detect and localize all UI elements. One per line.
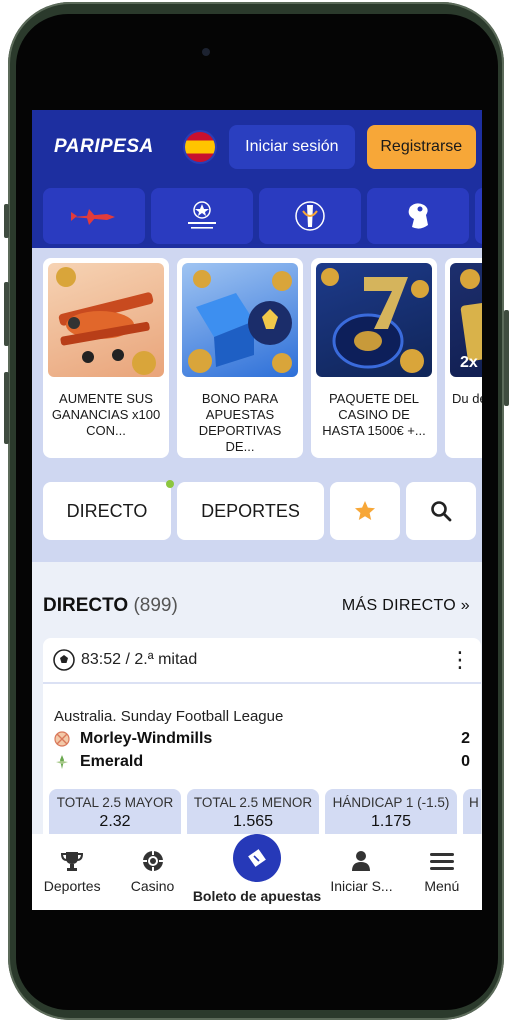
side-button [4,204,9,238]
odd-label: TOTAL 2.5 MAYOR [56,795,174,810]
top-header: PARIPESA Iniciar sesión Registrarse [32,110,482,184]
trophy-icon [60,848,84,874]
category-strip [32,184,482,248]
section-nav: DIRECTO DEPORTES [32,468,482,562]
promo-text: AUMENTE SUS GANANCIAS x100 CON... [51,391,161,438]
search-icon [431,501,452,522]
league-name: Australia. Sunday Football League [54,708,284,725]
live-section-title: DIRECTO (899) [43,595,178,617]
side-button [504,310,509,406]
odd-label: H [469,795,479,810]
category-premier-league[interactable] [367,188,469,244]
promo-image-airplane [48,263,164,377]
tab-menu[interactable]: Menú [402,834,482,910]
register-button[interactable]: Registrarse [366,125,476,169]
tab-casino-label: Casino [130,878,175,894]
tab-bet-slip[interactable]: Boleto de apuestas [193,834,322,910]
category-aviator[interactable] [43,188,145,244]
promo-text: PAQUETE DEL CASINO DE HASTA 1500€ +... [322,391,426,438]
tab-casino[interactable]: Casino [112,834,192,910]
promo-card[interactable]: BONO PARA APUESTAS DEPORTIVAS DE... [177,258,303,458]
tab-login[interactable]: Iniciar S... [321,834,401,910]
category-champions-league[interactable] [151,188,253,244]
match-time: 83:52 / 2.ª mitad [81,651,198,668]
casino-chip-icon [141,848,165,874]
tab-bet-slip-label: Boleto de apuestas [192,888,322,904]
team-row: Morley-Windmills 2 [43,725,481,748]
odd-value: 1.565 [232,813,274,830]
tab-sports[interactable]: Deportes [32,834,112,910]
bet-slip-icon [233,834,281,882]
camera [202,48,210,56]
promo-image-cards: 2x [450,263,482,377]
svg-text:2x: 2x [460,354,478,371]
login-button[interactable]: Iniciar sesión [229,125,355,169]
side-button [4,282,9,346]
promo-card[interactable]: AUMENTE SUS GANANCIAS x100 CON... [43,258,169,458]
tab-sports-label: Deportes [43,878,101,894]
team1-logo-icon [54,731,70,747]
promo-text: BONO PARA APUESTAS DEPORTIVAS DE... [198,391,282,454]
team1-score: 2 [461,730,470,747]
spain-flag-icon[interactable] [183,130,218,164]
team2-name: Emerald [80,753,144,770]
category-europa-league[interactable] [259,188,361,244]
more-options-icon[interactable]: ⋮ [449,649,471,671]
match-status-bar: 83:52 / 2.ª mitad ⋮ [43,638,481,684]
team2-logo-icon [56,755,68,769]
live-indicator-dot [166,480,174,488]
user-icon [349,848,373,874]
champions-league-icon [188,201,216,229]
europa-league-icon [295,201,325,231]
favorites-button[interactable] [330,482,400,540]
soccer-ball-icon [53,649,75,671]
promo-image-roulette [316,263,432,377]
live-nav-label: DIRECTO [66,500,148,521]
promo-card[interactable]: 2x Du de [445,258,482,458]
star-icon [355,501,375,520]
promo-carousel: AUMENTE SUS GANANCIAS x100 CON... BONO P… [32,248,482,468]
brand-logo[interactable]: PARIPESA [54,136,183,158]
search-button[interactable] [406,482,476,540]
bottom-tab-bar: Deportes Casino Boleto de apuestas Inici… [32,834,482,910]
hamburger-menu-icon [429,848,455,874]
team2-score: 0 [461,753,470,770]
promo-image-gift [182,263,298,377]
odd-label: HÁNDICAP 1 (-1.5) [332,795,450,810]
match-card[interactable]: 83:52 / 2.ª mitad ⋮ Australia. Sunday Fo… [43,638,481,860]
tab-login-label: Iniciar S... [330,878,393,894]
odd-value: 1.175 [370,813,412,830]
team-row: Emerald 0 [43,748,481,771]
live-count: (899) [133,595,178,616]
live-title-text: DIRECTO [43,595,129,616]
odds-row: TOTAL 2.5 MAYOR 2.32 TOTAL 2.5 MENOR 1.5… [43,771,481,841]
live-nav-button[interactable]: DIRECTO [43,480,174,540]
odd-value: 2.32 [99,813,131,830]
category-more[interactable] [475,188,482,244]
app-screen: PARIPESA Iniciar sesión Registrarse AUME… [32,110,482,910]
promo-text: Du de [452,391,482,406]
odd-label: TOTAL 2.5 MENOR [193,795,313,810]
side-button [4,372,9,444]
live-section-header: DIRECTO (899) MÁS DIRECTO » [32,562,482,624]
premier-league-icon [408,203,428,229]
tab-menu-label: Menú [424,878,460,894]
promo-card[interactable]: PAQUETE DEL CASINO DE HASTA 1500€ +... [311,258,437,458]
more-live-link[interactable]: MÁS DIRECTO » [342,597,470,615]
aviator-plane-icon [71,209,115,225]
sports-nav-button[interactable]: DEPORTES [177,482,324,540]
team1-name: Morley-Windmills [80,730,213,747]
